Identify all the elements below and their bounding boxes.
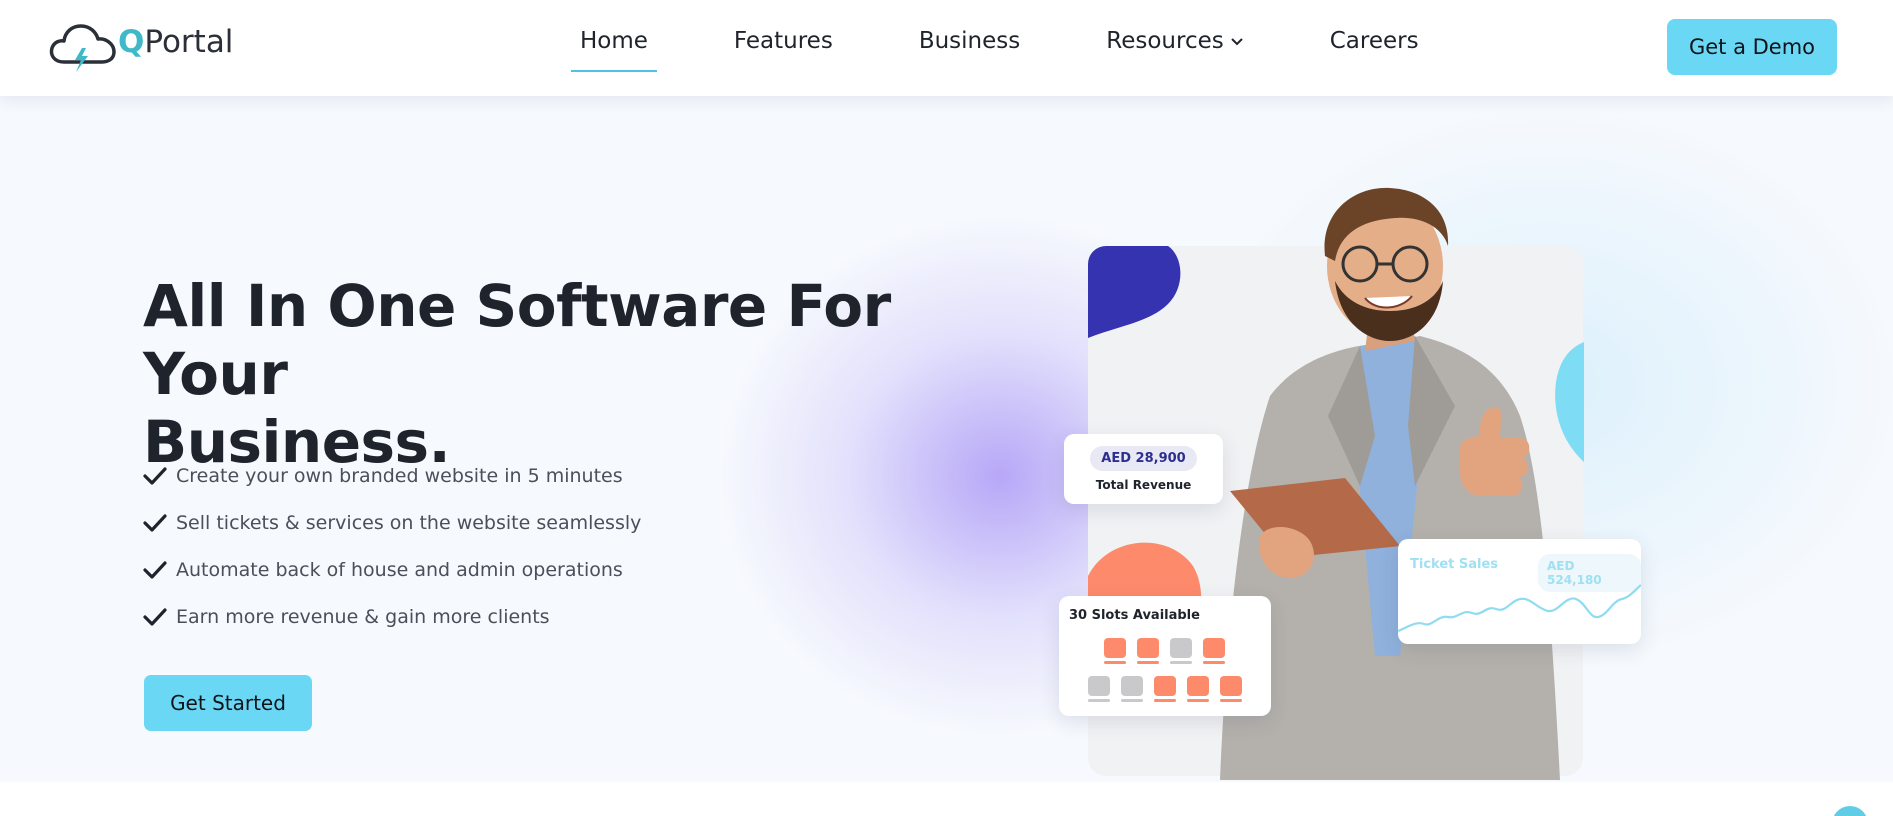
feature-text: Sell tickets & services on the website s… (176, 511, 642, 534)
slots-available-title: 30 Slots Available (1069, 608, 1200, 623)
seat-base (1137, 661, 1159, 664)
total-revenue-label: Total Revenue (1095, 478, 1192, 492)
seat-base (1203, 661, 1225, 664)
check-icon (143, 560, 167, 579)
get-demo-button[interactable]: Get a Demo (1667, 19, 1837, 75)
chevron-down-icon (1231, 38, 1243, 46)
seat-base (1170, 661, 1192, 664)
logo-text: QPortal (118, 24, 234, 60)
seat-base (1104, 661, 1126, 664)
nav-features-label: Features (733, 28, 833, 54)
hero-headline: All In One Software For Your Business. (143, 272, 963, 476)
seat-available (1220, 676, 1242, 696)
total-revenue-card: AED 28,900 Total Revenue (1064, 434, 1223, 504)
seat-base (1121, 699, 1143, 702)
site-header: QPortal Home Features Business Resources… (0, 0, 1893, 96)
total-revenue-value: AED 28,900 (1090, 446, 1197, 471)
seat-taken (1121, 676, 1143, 696)
nav-home-label: Home (580, 28, 648, 54)
check-icon (143, 466, 167, 485)
nav-business[interactable]: Business (910, 28, 1029, 54)
feature-list: Create your own branded website in 5 min… (143, 452, 641, 640)
main-nav: Home Features Business Resources Careers (571, 28, 1496, 72)
nav-business-label: Business (918, 28, 1021, 54)
seat-available (1203, 638, 1225, 658)
seat-taken (1170, 638, 1192, 658)
nav-features[interactable]: Features (725, 28, 842, 54)
seat-available (1187, 676, 1209, 696)
ticket-sales-card: Ticket Sales AED 524,180 (1398, 539, 1641, 644)
seat-available (1137, 638, 1159, 658)
ticket-sales-sparkline (1398, 584, 1641, 633)
logo[interactable]: QPortal (48, 18, 233, 76)
feature-text: Earn more revenue & gain more clients (176, 605, 550, 628)
nav-home[interactable]: Home (571, 28, 657, 72)
feature-item: Earn more revenue & gain more clients (143, 593, 641, 640)
seat-base (1220, 699, 1242, 702)
check-icon (143, 607, 167, 626)
nav-resources-label: Resources (1106, 28, 1224, 54)
cloud-lightning-icon (49, 24, 116, 72)
seat-base (1187, 699, 1209, 702)
feature-item: Create your own branded website in 5 min… (143, 452, 641, 499)
check-icon (143, 513, 167, 532)
nav-careers[interactable]: Careers (1321, 28, 1428, 54)
seat-taken (1088, 676, 1110, 696)
seat-available (1104, 638, 1126, 658)
seat-base (1154, 699, 1176, 702)
seat-available (1154, 676, 1176, 696)
feature-item: Sell tickets & services on the website s… (143, 499, 641, 546)
next-section (0, 782, 1893, 816)
ticket-sales-title: Ticket Sales (1410, 557, 1499, 572)
seat-base (1088, 699, 1110, 702)
headline-line-1: All In One Software For Your (143, 272, 891, 408)
feature-text: Automate back of house and admin operati… (176, 558, 623, 581)
nav-careers-label: Careers (1329, 28, 1419, 54)
get-started-button[interactable]: Get Started (144, 675, 312, 731)
feature-item: Automate back of house and admin operati… (143, 546, 641, 593)
nav-resources[interactable]: Resources (1097, 28, 1252, 54)
feature-text: Create your own branded website in 5 min… (176, 464, 623, 487)
slots-available-card: 30 Slots Available (1059, 596, 1271, 716)
hero-section: All In One Software For Your Business. C… (0, 96, 1893, 782)
